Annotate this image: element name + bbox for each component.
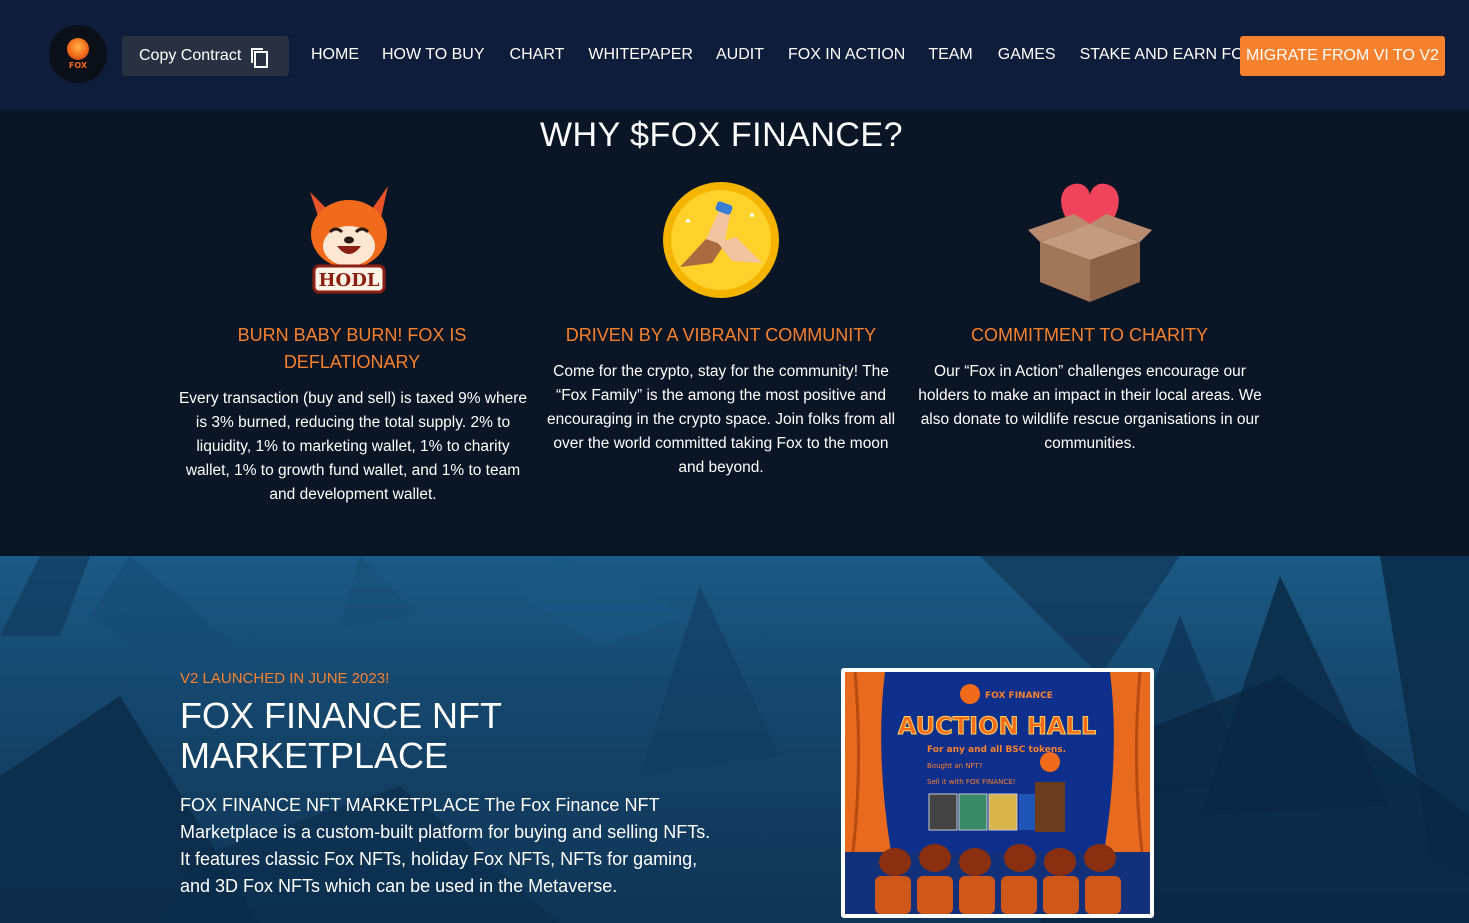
feature-title: COMMITMENT TO CHARITY xyxy=(970,325,1208,345)
nav-link-fox-in-action[interactable]: FOX IN ACTION xyxy=(788,46,905,64)
nav-link-whitepaper[interactable]: WHITEPAPER xyxy=(588,46,693,64)
nav-link-team[interactable]: TEAM xyxy=(928,46,972,64)
heart-box-icon xyxy=(1028,183,1152,302)
preview-title: AUCTION HALL xyxy=(898,712,1096,740)
feature-body: Our “Fox in Action” challenges encourage… xyxy=(918,363,1262,452)
marketplace-description: FOX FINANCE NFT MARKETPLACE The Fox Fina… xyxy=(180,795,711,896)
preview-line2: Bought an NFT? xyxy=(927,762,983,770)
nav-link-chart[interactable]: CHART xyxy=(510,46,565,64)
nav-link-games[interactable]: GAMES xyxy=(998,46,1056,64)
copy-contract-button[interactable]: Copy Contract xyxy=(122,36,289,76)
hodl-fox-icon: HODL xyxy=(310,186,388,294)
marketplace-title: FOX FINANCE NFT MARKETPLACE xyxy=(180,695,502,776)
handshake-icon xyxy=(663,182,779,298)
fox-finance-logo[interactable]: FOX xyxy=(49,25,107,83)
logo-text: FOX xyxy=(68,61,88,70)
fox-flame-icon xyxy=(67,38,89,60)
hodl-badge-text: HODL xyxy=(319,270,380,291)
migrate-button[interactable]: MIGRATE FROM VI TO V2 xyxy=(1240,36,1445,76)
nav-link-how-to-buy[interactable]: HOW TO BUY xyxy=(382,46,485,64)
copy-contract-label: Copy Contract xyxy=(139,47,242,64)
main-menu: HOME HOW TO BUY CHART WHITEPAPER AUDIT F… xyxy=(311,46,1274,64)
feature-body: Every transaction (buy and sell) is taxe… xyxy=(178,390,528,503)
auction-hall-preview[interactable]: FOX FINANCE AUCTION HALL For any and all… xyxy=(841,668,1154,918)
preview-line3: Sell it with FOX FINANCE! xyxy=(927,778,1015,786)
top-navbar: FOX Copy Contract HOME HOW TO BUY CHART … xyxy=(0,0,1469,110)
nav-link-audit[interactable]: AUDIT xyxy=(716,46,764,64)
feature-title: DRIVEN BY A VIBRANT COMMUNITY xyxy=(565,325,877,345)
feature-body: Come for the crypto, stay for the commun… xyxy=(546,363,896,476)
v2-launch-label: V2 LAUNCHED IN JUNE 2023! xyxy=(180,670,390,687)
copy-icon xyxy=(251,47,269,68)
feature-title: BURN BABY BURN! FOX IS DEFLATIONARY xyxy=(237,325,467,372)
auction-hall-image: FOX FINANCE AUCTION HALL For any and all… xyxy=(845,672,1150,914)
why-title: WHY $FOX FINANCE? xyxy=(539,116,904,154)
nav-link-home[interactable]: HOME xyxy=(311,46,359,64)
preview-brand: FOX FINANCE xyxy=(985,691,1053,701)
